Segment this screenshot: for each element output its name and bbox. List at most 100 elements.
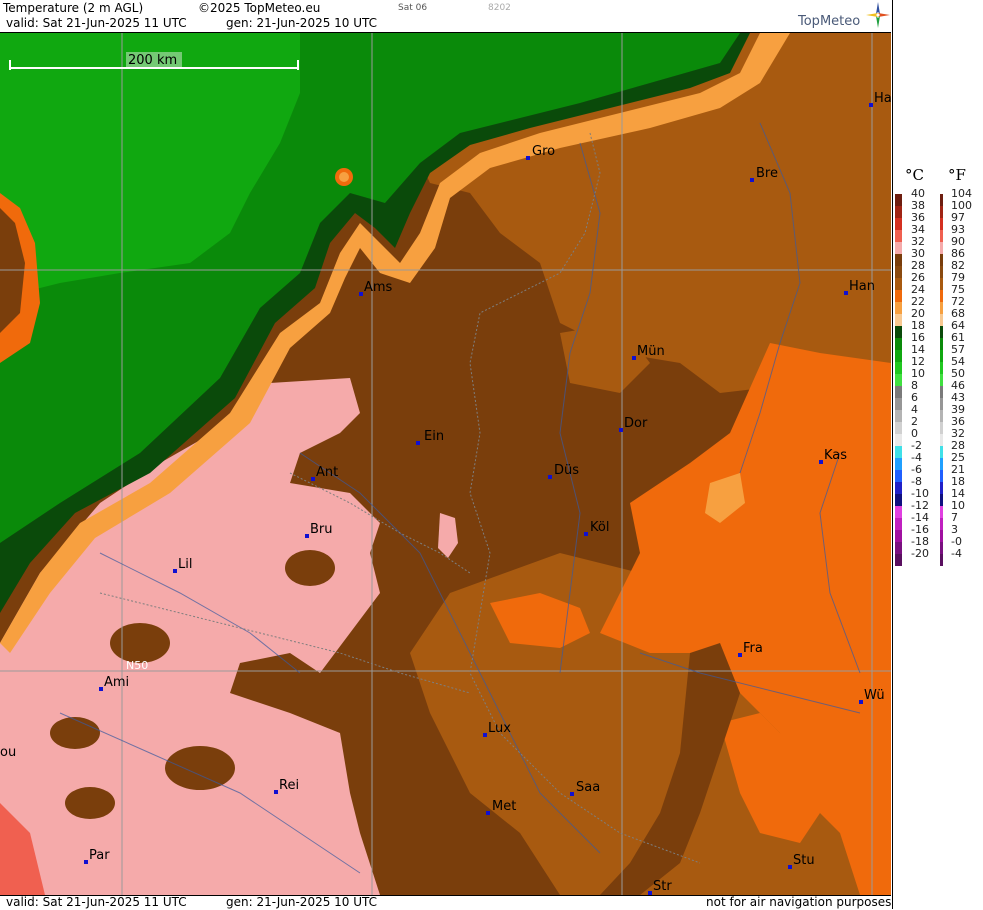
legend-celsius-label: 2 <box>911 415 918 428</box>
legend-swatch-f <box>940 302 943 314</box>
legend-fahrenheit-label: 64 <box>951 319 965 332</box>
land-28c-blob <box>285 550 335 586</box>
legend-celsius-label: 10 <box>911 367 925 380</box>
legend-celsius-label: 34 <box>911 223 925 236</box>
legend-swatch-f <box>940 290 943 302</box>
temperature-map[interactable]: 200 km N50 Gro Bre Ha Ams Han Mün Ein Do… <box>0 33 891 895</box>
land-28c-blob <box>50 717 100 749</box>
legend-swatch-f <box>940 542 943 554</box>
city-dot <box>274 790 278 794</box>
city-label: Düs <box>554 463 580 478</box>
city-label: Dor <box>624 416 648 431</box>
city-dot <box>738 653 742 657</box>
land-28c-blob <box>165 746 235 790</box>
city-label: Gro <box>532 144 556 159</box>
legend-swatch-c <box>895 398 902 410</box>
legend-swatch-f <box>940 362 943 374</box>
legend-celsius-label: 32 <box>911 235 925 248</box>
city-label: Ein <box>424 429 445 444</box>
city-dot <box>548 475 552 479</box>
legend-swatch-c <box>895 386 902 398</box>
city-dot <box>359 292 363 296</box>
legend-swatch-c <box>895 266 902 278</box>
legend-celsius-label: -12 <box>911 499 929 512</box>
legend-fahrenheit-label: 97 <box>951 211 965 224</box>
scale-bar-label: 200 km <box>128 53 178 68</box>
copyright-text: ©2025 TopMeteo.eu <box>198 1 321 15</box>
legend-swatch-c <box>895 194 902 206</box>
city-label: Ams <box>364 280 393 295</box>
city-dot <box>483 733 487 737</box>
generated-time: gen: 21-Jun-2025 10 UTC <box>226 16 378 30</box>
legend-celsius-label: 6 <box>911 391 918 404</box>
city-label: Par <box>89 848 110 863</box>
legend-celsius-label: 36 <box>911 211 925 224</box>
legend-celsius-label: 0 <box>911 427 918 440</box>
island-warm-core <box>339 172 349 182</box>
city-dot <box>570 792 574 796</box>
model-code: 8202 <box>488 3 511 13</box>
city-label: ou <box>0 745 17 760</box>
city-label: Mün <box>637 344 665 359</box>
legend-fahrenheit-label: 21 <box>951 463 965 476</box>
legend-celsius-label: 28 <box>911 259 925 272</box>
legend-swatch-c <box>895 374 902 386</box>
city-dot <box>584 532 588 536</box>
legend-swatch-f <box>940 470 943 482</box>
temperature-legend: °C °F 40 104 38 100 36 97 34 93 32 90 30 86 28 82 26 79… <box>892 0 983 909</box>
city-dot <box>416 441 420 445</box>
legend-swatch-f <box>940 422 943 434</box>
legend-fahrenheit-label: 36 <box>951 415 965 428</box>
legend-fahrenheit-label: 100 <box>951 199 972 212</box>
legend-swatch-f <box>940 194 943 206</box>
city-label: Bru <box>310 522 333 537</box>
legend-fahrenheit-label: 72 <box>951 295 965 308</box>
legend-swatch-f <box>940 554 943 566</box>
footer-disclaimer: not for air navigation purposes <box>706 895 892 909</box>
legend-swatch-f <box>940 374 943 386</box>
city-label: Ha <box>874 91 891 106</box>
legend-swatch-c <box>895 530 902 542</box>
legend-celsius-label: 12 <box>911 355 925 368</box>
legend-celsius-label: -14 <box>911 511 929 524</box>
city-label: Ant <box>316 465 339 480</box>
legend-swatch-f <box>940 482 943 494</box>
city-label: Fra <box>743 641 763 656</box>
city-dot <box>869 103 873 107</box>
legend-swatch-c <box>895 494 902 506</box>
legend-celsius-label: -10 <box>911 487 929 500</box>
legend-swatch-c <box>895 446 902 458</box>
city-dot <box>844 291 848 295</box>
legend-swatch-f <box>940 242 943 254</box>
legend-fahrenheit-label: 18 <box>951 475 965 488</box>
legend-swatch-c <box>895 410 902 422</box>
city-dot <box>750 178 754 182</box>
legend-swatch-f <box>940 386 943 398</box>
legend-fahrenheit-label: 28 <box>951 439 965 452</box>
city-dot <box>305 534 309 538</box>
legend-fahrenheit-label: 86 <box>951 247 965 260</box>
legend-fahrenheit-label: 104 <box>951 187 972 200</box>
legend-swatch-f <box>940 506 943 518</box>
legend-celsius-label: 40 <box>911 187 925 200</box>
legend-fahrenheit-label: 93 <box>951 223 965 236</box>
legend-celsius-label: 8 <box>911 379 918 392</box>
map-title: Temperature (2 m AGL) <box>3 1 144 15</box>
city-dot <box>526 156 530 160</box>
legend-swatch-f <box>940 218 943 230</box>
legend-fahrenheit-label: 57 <box>951 343 965 356</box>
city-label: Met <box>492 799 517 814</box>
latitude-label: N50 <box>126 659 149 672</box>
legend-swatch-c <box>895 434 902 446</box>
legend-swatch-c <box>895 206 902 218</box>
legend-fahrenheit-label: 68 <box>951 307 965 320</box>
city-label: Han <box>849 279 875 294</box>
legend-swatch-c <box>895 278 902 290</box>
footer-valid-time: valid: Sat 21-Jun-2025 11 UTC <box>6 895 187 909</box>
legend-celsius-label: 16 <box>911 331 925 344</box>
city-label: Lux <box>488 721 511 736</box>
legend-swatch-f <box>940 458 943 470</box>
legend-swatch-c <box>895 230 902 242</box>
legend-swatch-f <box>940 278 943 290</box>
legend-fahrenheit-label: 32 <box>951 427 965 440</box>
